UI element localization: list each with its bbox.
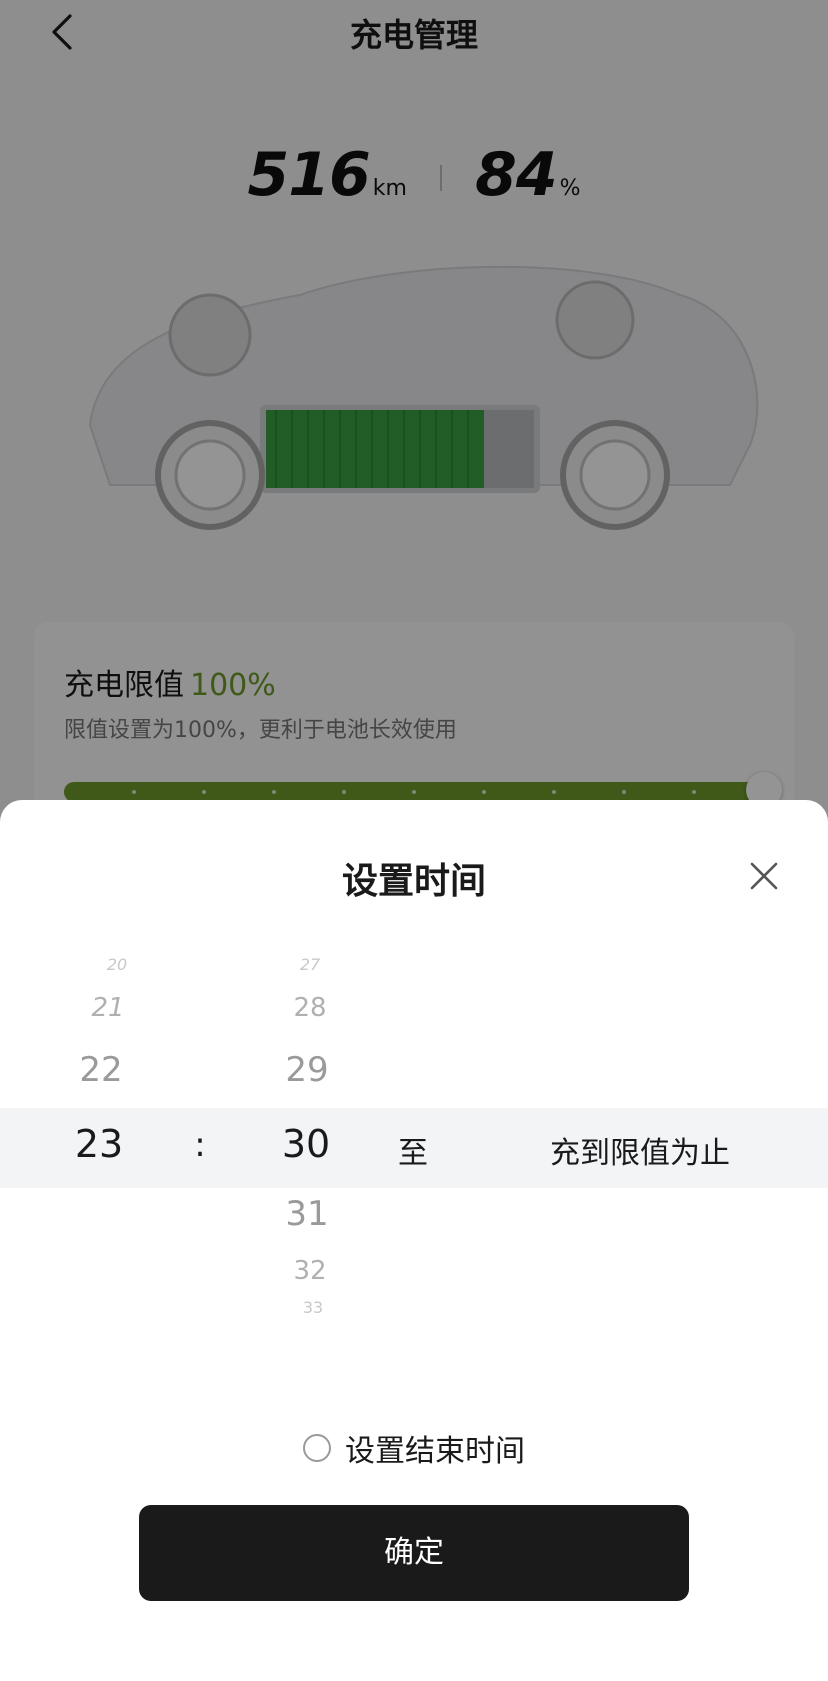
minute-option[interactable]: 27 [270, 955, 350, 974]
minute-option[interactable]: 33 [273, 1298, 353, 1317]
minute-option[interactable]: 31 [267, 1194, 347, 1234]
close-icon[interactable] [746, 858, 782, 894]
hour-option[interactable]: 20 [77, 955, 157, 974]
hour-option[interactable]: 21 [68, 993, 148, 1023]
time-picker[interactable]: 20 21 22 23 : 27 28 29 30 31 32 33 至 充到限… [0, 930, 828, 1330]
time-separator: : [194, 1125, 206, 1165]
minute-option[interactable]: 32 [270, 1256, 350, 1286]
sheet-title: 设置时间 [341, 861, 486, 902]
end-time-label: 设置结束时间 [345, 1434, 525, 1469]
minute-option[interactable]: 28 [270, 993, 350, 1023]
end-time-radio[interactable] [303, 1434, 331, 1462]
to-label: 至 [398, 1136, 428, 1171]
confirm-button[interactable]: 确定 [139, 1505, 689, 1601]
set-end-time-option[interactable]: 设置结束时间 [0, 1426, 828, 1470]
minute-option[interactable]: 29 [267, 1050, 347, 1090]
hour-option[interactable]: 22 [61, 1050, 141, 1090]
selected-hour[interactable]: 23 [59, 1122, 139, 1166]
set-time-sheet: 设置时间 20 21 22 23 : 27 28 29 30 31 32 33 … [0, 800, 828, 1681]
selected-minute[interactable]: 30 [266, 1122, 346, 1166]
charge-until-limit-option[interactable]: 充到限值为止 [550, 1128, 730, 1172]
